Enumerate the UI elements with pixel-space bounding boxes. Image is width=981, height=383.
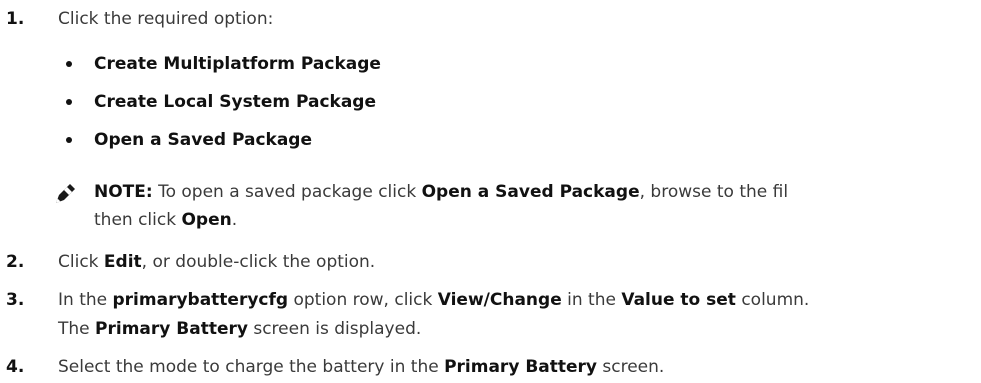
step-3-number: 3. — [6, 290, 25, 310]
note-label: NOTE: — [94, 182, 153, 202]
bullet-icon — [66, 137, 72, 143]
step-4-text: Select the mode to charge the battery in… — [58, 356, 664, 378]
step-text: The — [58, 319, 96, 339]
note-line-1: NOTE: To open a saved package click Open… — [94, 181, 788, 203]
step-2-number: 2. — [6, 252, 25, 272]
step-text: Select the mode to charge the battery in… — [58, 357, 445, 377]
note-text: . — [231, 210, 238, 230]
step-text: column. — [735, 290, 810, 310]
step-3-text: In the primarybatterycfg option row, cli… — [58, 289, 809, 311]
note-bold-open-saved-package: Open a Saved Package — [421, 182, 640, 202]
bold-view-change: View/Change — [437, 290, 562, 310]
step-4-number: 4. — [6, 357, 25, 377]
step-1-text: Click the required option: — [58, 9, 274, 29]
bold-edit: Edit — [103, 252, 142, 272]
bullet-icon — [66, 61, 72, 67]
bold-primary-battery: Primary Battery — [444, 357, 597, 377]
note-text: then click — [94, 210, 182, 230]
step-text: option row, click — [288, 290, 438, 310]
step-text: Click — [58, 252, 104, 272]
note-text: To open a saved package click — [152, 182, 422, 202]
note-bold-open: Open — [181, 210, 232, 230]
option-create-multiplatform-package: Create Multiplatform Package — [94, 54, 381, 74]
step-text: , or double-click the option. — [141, 252, 376, 272]
step-text: in the — [561, 290, 622, 310]
note-line-2: then click Open. — [94, 209, 237, 231]
option-create-local-system-package: Create Local System Package — [94, 92, 377, 112]
step-1-number: 1. — [6, 9, 25, 29]
pencil-note-icon — [56, 184, 75, 203]
note-text: , browse to the fil — [639, 182, 789, 202]
step-text: screen is displayed. — [247, 319, 422, 339]
step-3-result: The Primary Battery screen is displayed. — [58, 318, 421, 340]
bullet-icon — [66, 99, 72, 105]
step-text: In the — [58, 290, 113, 310]
bold-primary-battery: Primary Battery — [95, 319, 248, 339]
step-text: screen. — [597, 357, 665, 377]
bold-primarybatterycfg: primarybatterycfg — [112, 290, 289, 310]
step-2-text: Click Edit, or double-click the option. — [58, 251, 375, 273]
bold-value-to-set: Value to set — [621, 290, 736, 310]
option-open-saved-package: Open a Saved Package — [94, 130, 313, 150]
